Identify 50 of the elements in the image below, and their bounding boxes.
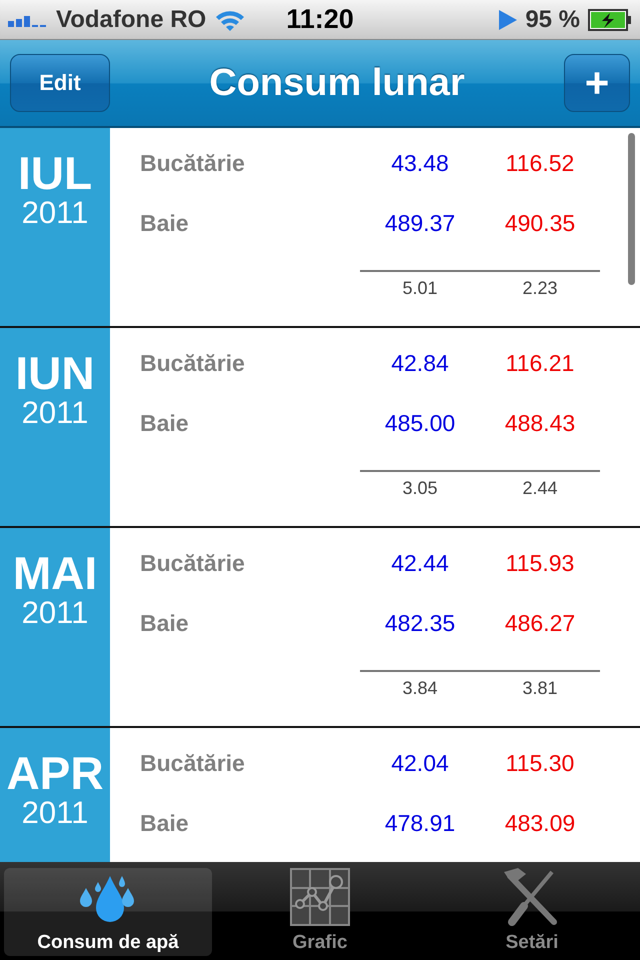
battery-charging-icon bbox=[588, 8, 632, 30]
cold-water-value: 478.91 bbox=[384, 810, 456, 837]
room-label: Baie bbox=[140, 810, 190, 837]
hot-water-value: 490.35 bbox=[504, 210, 576, 237]
room-label: Baie bbox=[140, 410, 190, 437]
month-name: APR bbox=[6, 750, 104, 796]
carrier-name: Vodafone RO bbox=[56, 6, 206, 34]
room-label: Bucătărie bbox=[140, 750, 246, 777]
tab-bar-item[interactable]: Grafic bbox=[216, 868, 424, 956]
month-name: IUL bbox=[18, 150, 92, 196]
hot-water-value: 488.43 bbox=[504, 410, 576, 437]
add-button[interactable]: + bbox=[564, 54, 630, 112]
tab-bar-item[interactable]: Consum de apă bbox=[4, 868, 212, 956]
location-arrow-icon bbox=[499, 10, 518, 30]
cold-water-value: 482.35 bbox=[384, 610, 456, 637]
hot-water-value: 115.30 bbox=[504, 750, 576, 777]
hot-water-value: 115.93 bbox=[504, 550, 576, 577]
hot-water-value: 486.27 bbox=[504, 610, 576, 637]
hot-water-total: 2.23 bbox=[521, 278, 559, 299]
cold-water-value: 43.48 bbox=[390, 150, 450, 177]
year-label: 2011 bbox=[22, 196, 88, 230]
edit-button[interactable]: Edit bbox=[10, 54, 110, 112]
cold-water-total: 5.01 bbox=[401, 278, 439, 299]
tab-bar-item[interactable]: Setări bbox=[428, 868, 636, 956]
nav-title: Consum lunar bbox=[209, 62, 465, 104]
line-chart-icon bbox=[290, 868, 350, 926]
cold-water-value: 485.00 bbox=[384, 410, 456, 437]
cold-water-total: 3.05 bbox=[401, 478, 439, 499]
room-label: Baie bbox=[140, 610, 190, 637]
room-label: Baie bbox=[140, 210, 190, 237]
hot-water-total: 3.81 bbox=[521, 678, 559, 699]
cold-water-value: 489.37 bbox=[384, 210, 456, 237]
room-label: Bucătărie bbox=[140, 550, 246, 577]
room-label: Bucătărie bbox=[140, 350, 246, 377]
year-label: 2011 bbox=[22, 396, 88, 430]
cold-water-value: 42.84 bbox=[390, 350, 450, 377]
room-label: Bucătărie bbox=[140, 150, 246, 177]
year-label: 2011 bbox=[22, 596, 88, 630]
battery-percent: 95 % bbox=[525, 6, 580, 34]
month-name: MAI bbox=[12, 550, 98, 596]
month-name: IUN bbox=[15, 350, 95, 396]
cold-water-total: 3.84 bbox=[401, 678, 439, 699]
year-label: 2011 bbox=[22, 796, 88, 830]
status-time: 11:20 bbox=[286, 4, 354, 35]
cold-water-value: 42.04 bbox=[390, 750, 450, 777]
hot-water-total: 2.44 bbox=[521, 478, 559, 499]
hot-water-value: 483.09 bbox=[504, 810, 576, 837]
hot-water-value: 116.52 bbox=[504, 150, 576, 177]
cold-water-value: 42.44 bbox=[390, 550, 450, 577]
hot-water-value: 116.21 bbox=[504, 350, 576, 377]
